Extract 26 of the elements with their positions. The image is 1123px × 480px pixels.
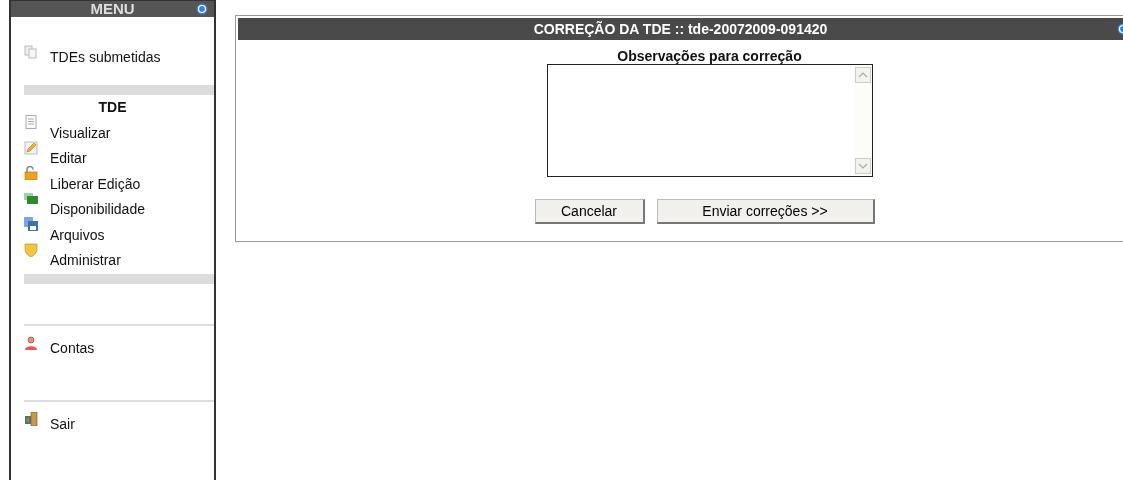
menu-item[interactable]: Contas (11, 326, 214, 370)
door-icon (24, 412, 38, 426)
document-icon (24, 115, 38, 129)
pages-icon (24, 45, 38, 59)
field-label: Observações para correção (617, 48, 802, 64)
person-icon (24, 336, 38, 350)
padlock-icon (24, 166, 38, 180)
windows-icon (24, 191, 38, 206)
menu-item[interactable]: Liberar Edição (11, 166, 214, 192)
menu-item[interactable]: Arquivos (11, 217, 214, 243)
help-icon[interactable] (196, 3, 208, 15)
section-heading: TDE (97, 99, 128, 115)
menu-item[interactable]: TDEs submetidas (11, 35, 214, 79)
menu-item[interactable]: Visualizar (11, 115, 214, 141)
submit-button[interactable]: Enviar correções >> (656, 199, 875, 224)
observations-field[interactable] (546, 64, 873, 177)
disk-icon (24, 217, 38, 231)
menu-title: MENU (90, 1, 135, 17)
pencil-icon (24, 140, 38, 155)
menu-item[interactable]: Disponibilidade (11, 191, 214, 217)
panel-title: CORREÇÃO DA TDE :: tde-20072009-091420 (533, 21, 828, 37)
menu-item[interactable]: Editar (11, 140, 214, 166)
shield-icon (24, 242, 38, 257)
menu-item[interactable]: Sair (11, 402, 214, 446)
menu-item[interactable]: Administrar (11, 242, 214, 268)
cancel-button[interactable]: Cancelar (534, 199, 645, 224)
